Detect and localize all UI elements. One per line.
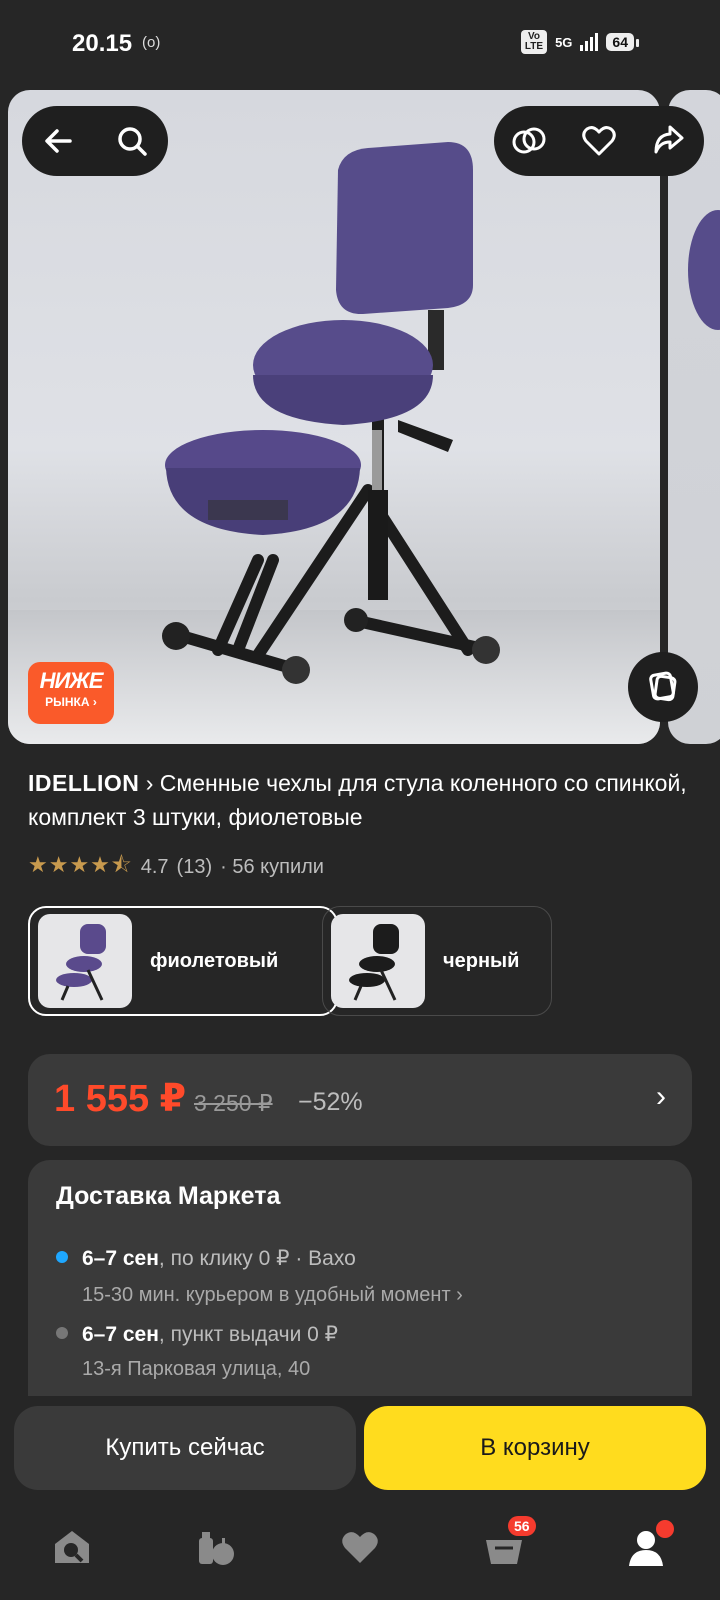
signal-icon — [580, 33, 599, 51]
next-image-peek[interactable] — [668, 90, 720, 744]
heart-icon[interactable] — [579, 121, 619, 161]
old-price: 3 250 ₽ — [194, 1090, 273, 1116]
rating-stars: ★★★★⯪ — [28, 852, 133, 877]
delivery-date: 6–7 сен — [82, 1323, 159, 1346]
nav-favorites[interactable] — [330, 1526, 390, 1576]
cast-icon: (o) — [142, 34, 161, 51]
below-market-badge[interactable]: НИЖЕ РЫНКА › — [28, 662, 114, 724]
search-icon[interactable] — [112, 121, 152, 161]
variant-thumbnail — [38, 914, 132, 1008]
variant-purple[interactable]: фиолетовый — [28, 906, 338, 1016]
current-price: 1 555 ₽ — [54, 1078, 187, 1120]
cart-count-badge: 56 — [508, 1516, 536, 1536]
price-card[interactable]: 1 555 ₽ 3 250 ₽ −52% › — [28, 1054, 692, 1146]
purchase-count: · 56 купили — [220, 855, 324, 878]
variant-label: фиолетовый — [150, 949, 279, 972]
3d-view-icon — [649, 671, 677, 702]
3d-view-button[interactable] — [628, 652, 698, 722]
product-title: IDELLION › Сменные чехлы для стула колен… — [28, 766, 698, 834]
status-indicators: Vo LTE 5G 64 — [520, 30, 639, 54]
share-icon[interactable] — [649, 121, 689, 161]
notification-dot — [656, 1520, 674, 1538]
home-icon — [55, 1531, 89, 1563]
discount-percent: −52% — [298, 1088, 363, 1116]
delivery-subtext[interactable]: 15-30 мин. курьером в удобный момент › — [82, 1284, 463, 1307]
variant-label: черный — [443, 949, 520, 972]
delivery-details: , пункт выдачи 0 ₽ — [158, 1323, 339, 1346]
nav-profile[interactable] — [618, 1520, 678, 1576]
status-dot-icon — [56, 1327, 68, 1340]
brand-chevron-icon: › — [145, 770, 154, 796]
variant-thumbnail — [331, 914, 425, 1008]
add-to-cart-button[interactable]: В корзину — [364, 1406, 706, 1490]
brand-link[interactable]: IDELLION — [28, 770, 139, 796]
badge-title: НИЖЕ — [39, 668, 104, 693]
delivery-date: 6–7 сен — [82, 1247, 159, 1270]
buy-now-button[interactable]: Купить сейчас — [14, 1406, 356, 1490]
nav-home[interactable] — [42, 1526, 102, 1576]
rating-value: 4.7 — [140, 855, 169, 878]
delivery-option-pickup[interactable]: 6–7 сен, пункт выдачи 0 ₽ — [56, 1322, 338, 1347]
next-image-thumbnail — [688, 210, 720, 330]
catalog-icon — [199, 1532, 234, 1565]
status-bar: 20.15 (o) Vo LTE 5G 64 — [0, 0, 720, 88]
delivery-title: Доставка Маркета — [56, 1182, 281, 1210]
pickup-address: 13-я Парковая улица, 40 — [82, 1358, 311, 1380]
badge-subtitle: РЫНКА › — [45, 695, 97, 709]
battery-icon: 64 — [606, 33, 639, 51]
nav-cart[interactable]: 56 — [474, 1516, 536, 1576]
favorites-icon — [342, 1532, 378, 1563]
bottom-nav: 56 — [0, 1506, 720, 1600]
chevron-right-icon: › — [656, 1080, 666, 1113]
nav-catalog[interactable] — [186, 1526, 246, 1576]
network-type: 5G — [555, 34, 573, 50]
compare-icon[interactable] — [509, 121, 549, 161]
product-image-gallery[interactable]: НИЖЕ РЫНКА › — [8, 90, 660, 744]
delivery-option-courier[interactable]: 6–7 сен, по клику 0 ₽ · Вахо — [56, 1246, 356, 1271]
volte-icon: Vo LTE — [520, 30, 548, 54]
delivery-details: , по клику 0 ₽ · Вахо — [158, 1247, 356, 1270]
rating-row[interactable]: ★★★★⯪ 4.7 (13) · 56 купили — [28, 848, 324, 886]
top-left-actions — [22, 106, 168, 176]
top-right-actions — [494, 106, 704, 176]
clock: 20.15 — [72, 30, 133, 57]
variant-black[interactable]: черный — [322, 906, 552, 1016]
status-dot-icon — [56, 1251, 68, 1264]
back-icon[interactable] — [39, 121, 79, 161]
product-image-kneeling-chair — [162, 142, 500, 684]
delivery-card: Доставка Маркета 6–7 сен, по клику 0 ₽ ·… — [28, 1160, 692, 1420]
review-count: (13) — [176, 855, 213, 878]
